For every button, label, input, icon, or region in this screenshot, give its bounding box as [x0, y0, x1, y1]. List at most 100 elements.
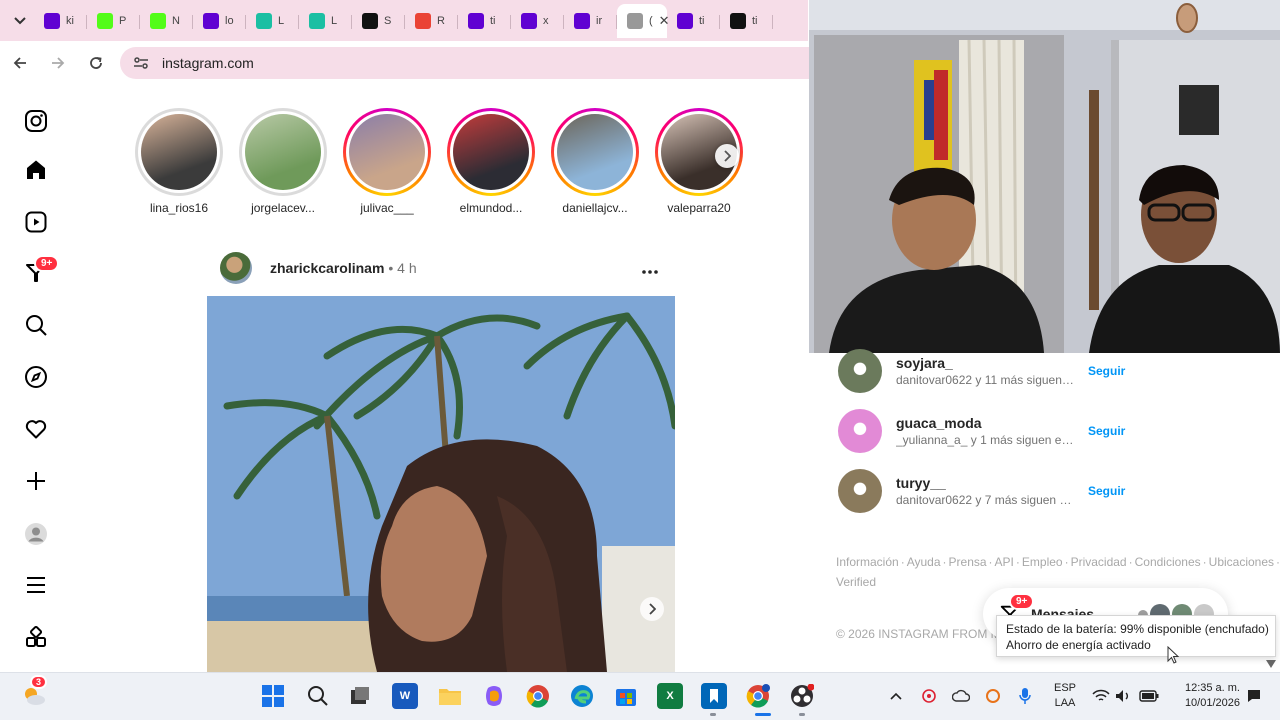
browser-tab[interactable]: ki — [34, 4, 87, 38]
reload-button[interactable] — [78, 45, 114, 81]
browser-tab[interactable]: x — [511, 4, 564, 38]
story-username: elmundod... — [459, 201, 523, 215]
input-language[interactable]: ESP LAA — [1050, 681, 1080, 711]
tray-sync-icon[interactable] — [982, 683, 1004, 709]
microsoft-store-icon[interactable] — [613, 683, 639, 709]
tray-cloud-icon[interactable] — [950, 683, 972, 709]
show-hidden-icons-chevron-icon[interactable] — [886, 683, 906, 709]
copilot-icon[interactable] — [481, 683, 507, 709]
battery-icon[interactable] — [1138, 683, 1160, 709]
heart-icon[interactable] — [22, 415, 50, 443]
forward-arrow-icon — [52, 57, 65, 69]
post-author-avatar[interactable] — [220, 252, 252, 284]
suggested-account-name[interactable]: turyy__ — [896, 475, 1074, 491]
reels-icon[interactable] — [22, 208, 50, 236]
excel-app-icon[interactable]: X — [657, 683, 683, 709]
chrome-profile-app-icon[interactable] — [745, 683, 771, 709]
webcam-overlay — [809, 0, 1280, 353]
browser-tab[interactable]: R — [405, 4, 458, 38]
footer-link[interactable]: Privacidad — [1071, 555, 1127, 569]
microphone-icon[interactable] — [1014, 683, 1036, 709]
search-icon[interactable] — [22, 311, 50, 339]
also-from-meta-icon[interactable] — [22, 623, 50, 651]
instagram-logo-icon[interactable] — [22, 107, 50, 135]
browser-tab-label: S — [384, 14, 392, 27]
stories-next-button[interactable] — [715, 144, 739, 168]
suggested-account-avatar[interactable] — [838, 409, 882, 453]
browser-tab[interactable]: L — [246, 4, 299, 38]
tiktok-favicon-icon — [730, 12, 746, 29]
story-item[interactable]: julivac___ — [338, 108, 436, 215]
weather-widget-icon[interactable]: 3 — [20, 675, 48, 709]
explore-icon[interactable] — [22, 363, 50, 391]
chrome-app-icon[interactable] — [525, 683, 551, 709]
threads-notifications-icon[interactable]: 9+ — [22, 255, 60, 287]
post-author-username[interactable]: zharickcarolinam — [270, 260, 384, 276]
browser-tab[interactable]: L — [299, 4, 352, 38]
browser-tab[interactable]: S — [352, 4, 405, 38]
browser-tab-label: L — [278, 14, 285, 27]
reload-icon — [90, 57, 102, 69]
story-item[interactable]: jorgelacev... — [234, 108, 332, 215]
obs-app-icon[interactable] — [789, 683, 815, 709]
browser-tab[interactable]: N — [140, 4, 193, 38]
footer-link[interactable]: Prensa — [949, 555, 987, 569]
profile-avatar-icon[interactable] — [22, 520, 50, 548]
follow-button[interactable]: Seguir — [1088, 424, 1125, 438]
browser-tab-label: R — [437, 14, 445, 27]
clock[interactable]: 12:35 a. m. 10/01/2026 — [1168, 681, 1240, 711]
word-app-icon[interactable]: W — [392, 683, 418, 709]
story-item[interactable]: daniellajcv... — [546, 108, 644, 215]
story-ring — [551, 108, 639, 196]
follow-button[interactable]: Seguir — [1088, 364, 1125, 378]
browser-tab[interactable]: ir — [564, 4, 617, 38]
tray-app-icon[interactable] — [918, 683, 940, 709]
browser-tab[interactable]: ti — [720, 4, 773, 38]
pinned-app-icon[interactable] — [701, 683, 727, 709]
scroll-down-arrow-icon[interactable] — [1266, 660, 1276, 668]
post-photo[interactable] — [207, 296, 675, 672]
post-more-options-icon[interactable] — [642, 258, 658, 279]
footer-link[interactable]: Ubicaciones — [1209, 555, 1274, 569]
story-username: daniellajcv... — [562, 201, 628, 215]
suggested-account-avatar[interactable] — [838, 349, 882, 393]
task-view-icon[interactable] — [347, 683, 373, 709]
browser-tab-label: x — [543, 14, 549, 27]
site-settings-icon[interactable] — [132, 56, 150, 70]
footer-link[interactable]: Ayuda — [907, 555, 941, 569]
wifi-icon[interactable] — [1090, 683, 1112, 709]
footer-link[interactable]: Información — [836, 555, 899, 569]
browser-tab[interactable]: P — [87, 4, 140, 38]
footer-link[interactable]: Empleo — [1022, 555, 1063, 569]
suggested-account-avatar[interactable] — [838, 469, 882, 513]
address-bar[interactable]: instagram.com — [120, 47, 810, 79]
post-carousel-next-button[interactable] — [640, 597, 664, 621]
browser-tab[interactable]: ti — [667, 4, 720, 38]
suggested-account-name[interactable]: guaca_moda — [896, 415, 1074, 431]
follow-button[interactable]: Seguir — [1088, 484, 1125, 498]
create-plus-icon[interactable] — [22, 467, 50, 495]
volume-icon[interactable] — [1113, 683, 1133, 709]
footer-separator: · — [900, 555, 905, 569]
story-item[interactable]: elmundod... — [442, 108, 540, 215]
start-windows-icon[interactable] — [260, 683, 286, 709]
browser-tab[interactable]: ti — [458, 4, 511, 38]
threads-favicon-icon — [362, 12, 378, 29]
browser-tab[interactable]: lo — [193, 4, 246, 38]
back-button[interactable] — [2, 45, 38, 81]
menu-hamburger-icon[interactable] — [22, 571, 50, 599]
tab-search-button[interactable] — [6, 7, 34, 35]
notification-center-icon[interactable] — [1244, 683, 1264, 709]
suggested-account-name[interactable]: soyjara_ — [896, 355, 1074, 371]
story-username: valeparra20 — [667, 201, 731, 215]
edge-app-icon[interactable] — [569, 683, 595, 709]
file-explorer-icon[interactable] — [437, 683, 463, 709]
footer-link[interactable]: Condiciones — [1135, 555, 1201, 569]
footer-link[interactable]: API — [995, 555, 1014, 569]
taskbar-search-icon[interactable] — [305, 683, 331, 709]
forward-button[interactable] — [40, 45, 76, 81]
home-icon[interactable] — [22, 156, 50, 184]
browser-tab[interactable]: (✕ — [617, 3, 670, 38]
clock-date: 10/01/2026 — [1184, 697, 1240, 709]
story-item[interactable]: lina_rios16 — [130, 108, 228, 215]
